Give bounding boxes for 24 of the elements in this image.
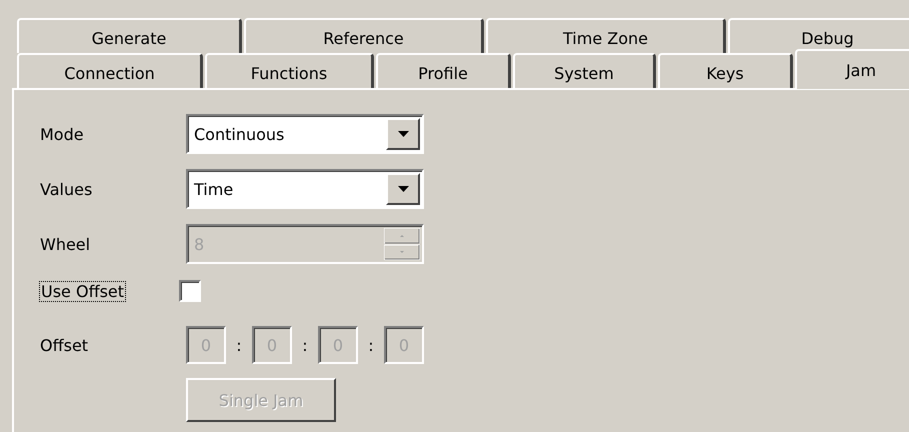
dropdown-arrow-icon [398,186,408,192]
spin-arrows-icon [384,228,420,260]
use-offset-label: Use Offset [40,282,126,300]
tab[interactable]: Generate [17,18,242,53]
mode-label: Mode [40,124,85,144]
tab[interactable]: Time Zone [486,18,726,53]
tab[interactable]: Keys [658,53,793,88]
tab[interactable]: Functions [205,53,374,88]
tab[interactable]: Profile [376,53,511,88]
values-label: Values [40,180,94,198]
tab[interactable]: System [513,53,656,88]
mode-dropdown[interactable]: Continuous [186,114,424,154]
tab[interactable]: Debug [728,18,909,53]
separator: : [301,336,309,354]
separator: : [367,336,375,354]
use-offset-checkbox[interactable] [179,280,202,302]
tab[interactable]: Jam [795,49,909,89]
values-dropdown[interactable]: Time [186,169,424,209]
wheel-label: Wheel [40,234,92,254]
tab[interactable]: Connection [17,53,203,88]
separator: : [235,336,243,354]
offset-label: Offset [40,336,90,354]
dropdown-arrow-icon [398,131,408,137]
tab[interactable]: Reference [244,18,484,53]
